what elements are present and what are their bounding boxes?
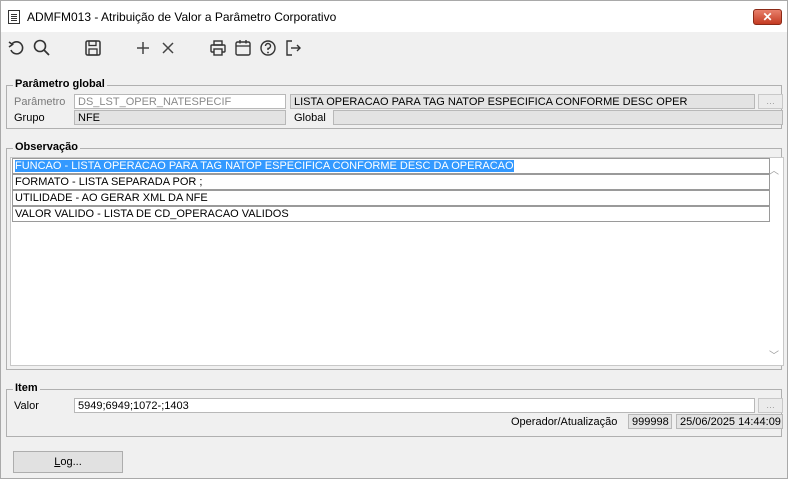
title-bar: ADMFM013 - Atribuição de Valor a Parâmet… [1, 1, 787, 32]
grupo-field: NFE [74, 110, 286, 125]
item-label: Item [13, 382, 40, 394]
main-window: ADMFM013 - Atribuição de Valor a Parâmet… [0, 0, 788, 479]
parametro-descricao-field: LISTA OPERACAO PARA TAG NATOP ESPECIFICA… [290, 94, 755, 109]
calendar-icon[interactable] [233, 38, 253, 58]
valor-field[interactable]: 5949;6949;1072-;1403 [74, 398, 755, 413]
add-icon[interactable] [133, 38, 153, 58]
parametro-picker-button[interactable]: … [758, 94, 783, 109]
log-button[interactable]: Log... [13, 451, 123, 473]
list-item[interactable]: VALOR VALIDO - LISTA DE CD_OPERACAO VALI… [12, 206, 770, 222]
delete-icon[interactable] [158, 38, 178, 58]
observacao-label: Observação [13, 141, 80, 153]
close-button[interactable]: ✕ [753, 9, 782, 25]
list-item[interactable]: FORMATO - LISTA SEPARADA POR ; [12, 174, 770, 190]
window-title: ADMFM013 - Atribuição de Valor a Parâmet… [27, 10, 337, 24]
document-icon [8, 10, 20, 24]
item-group: Item [6, 382, 782, 437]
operador-atualizacao-label: Operador/Atualização [511, 416, 618, 428]
exit-icon[interactable] [283, 38, 303, 58]
scroll-up-icon[interactable]: ︿ [769, 162, 779, 177]
parametro-global-label: Parâmetro global [13, 78, 107, 90]
operador-field: 999998 [628, 414, 672, 429]
search-icon[interactable] [32, 38, 52, 58]
list-item[interactable]: FUNCAO - LISTA OPERACAO PARA TAG NATOP E… [12, 158, 770, 174]
undo-icon[interactable] [7, 38, 27, 58]
save-icon[interactable] [83, 38, 103, 58]
grupo-label: Grupo [14, 112, 45, 124]
global-field [333, 110, 783, 125]
global-label: Global [294, 112, 326, 124]
valor-picker-button[interactable]: … [758, 398, 783, 413]
observacao-line-1: FUNCAO - LISTA OPERACAO PARA TAG NATOP E… [15, 160, 514, 172]
valor-label: Valor [14, 400, 39, 412]
observacao-list[interactable]: FUNCAO - LISTA OPERACAO PARA TAG NATOP E… [10, 157, 784, 366]
scroll-down-icon[interactable]: ﹀ [769, 347, 779, 362]
toolbar [1, 32, 787, 64]
list-item[interactable]: UTILIDADE - AO GERAR XML DA NFE [12, 190, 770, 206]
atualizacao-field: 25/06/2025 14:44:09 [676, 414, 783, 429]
print-icon[interactable] [208, 38, 228, 58]
help-icon[interactable] [258, 38, 278, 58]
log-button-label: og... [60, 456, 82, 468]
parametro-label: Parâmetro [14, 96, 66, 108]
parametro-field[interactable]: DS_LST_OPER_NATESPECIF [74, 94, 286, 109]
